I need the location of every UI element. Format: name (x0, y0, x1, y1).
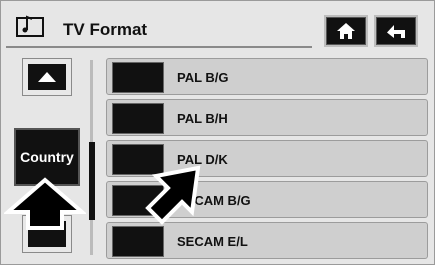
scroll-up-button[interactable] (22, 58, 72, 96)
item-swatch (112, 185, 164, 216)
home-icon (337, 23, 355, 39)
list-item-label: PAL B/G (177, 70, 229, 85)
item-swatch (112, 226, 164, 257)
list-item-pal-bh[interactable]: PAL B/H (106, 99, 428, 136)
list-item-label: PAL D/K (177, 152, 228, 167)
list-item-secam-bg[interactable]: SECAM B/G (106, 181, 428, 218)
triangle-down-icon (28, 221, 66, 247)
header-divider (6, 46, 312, 48)
header: TV Format (0, 0, 435, 52)
page-title: TV Format (63, 20, 148, 39)
list-item-secam-el[interactable]: SECAM E/L (106, 222, 428, 259)
scrollbar-thumb[interactable] (89, 142, 95, 220)
country-button[interactable]: Country (14, 128, 80, 186)
back-button[interactable] (374, 15, 418, 47)
home-button[interactable] (324, 15, 368, 47)
list-item-pal-dk[interactable]: PAL D/K (106, 140, 428, 177)
scroll-down-button[interactable] (22, 215, 72, 253)
back-arrow-icon (387, 25, 405, 38)
item-swatch (112, 144, 164, 175)
triangle-up-icon (38, 72, 56, 82)
list-item-label: SECAM E/L (177, 234, 248, 249)
list-item-label: SECAM B/G (177, 193, 251, 208)
item-swatch (112, 62, 164, 93)
music-note-screen-icon (16, 15, 44, 37)
item-swatch (112, 103, 164, 134)
list-item-pal-bg[interactable]: PAL B/G (106, 58, 428, 95)
list-item-label: PAL B/H (177, 111, 228, 126)
